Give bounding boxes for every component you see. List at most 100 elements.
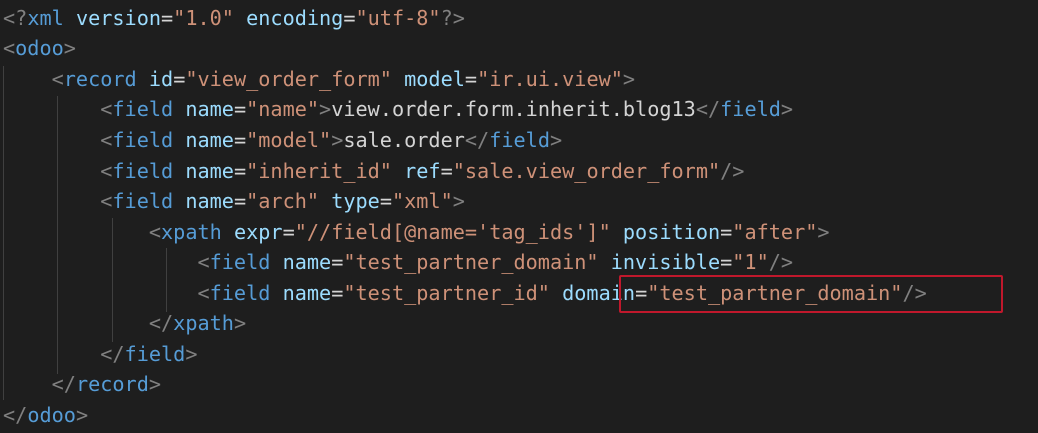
code-line[interactable]: <field name="test_partner_domain" invisi…: [3, 247, 793, 277]
xml-attribute-name: type: [331, 189, 380, 213]
xml-attribute-value: "name": [246, 97, 320, 121]
xml-tag-name: field: [209, 281, 271, 305]
code-line[interactable]: </xpath>: [3, 308, 246, 338]
xml-text: [173, 189, 185, 213]
xml-attribute-value: "test_partner_id": [343, 281, 550, 305]
xml-text: [3, 220, 149, 244]
xml-text: [3, 128, 100, 152]
xml-punctuation: <: [51, 67, 64, 91]
xml-attribute-value: "test_partner_domain": [647, 281, 903, 305]
code-line[interactable]: <record id="view_order_form" model="ir.u…: [3, 64, 635, 94]
xml-punctuation: >: [148, 372, 162, 396]
xml-text: sale.order: [343, 128, 465, 152]
xml-punctuation: >: [75, 403, 89, 427]
xml-attribute-name: domain: [562, 281, 636, 305]
xml-text: [173, 128, 185, 152]
xml-equals-sign: =: [282, 220, 295, 244]
xml-punctuation: <: [100, 128, 113, 152]
xml-attribute-name: name: [185, 189, 234, 213]
xml-text: [611, 220, 623, 244]
xml-equals-sign: =: [720, 250, 733, 274]
xml-text: [173, 97, 185, 121]
xml-equals-sign: =: [233, 128, 247, 152]
xml-punctuation: ?>: [440, 6, 465, 30]
xml-equals-sign: =: [173, 67, 186, 91]
xml-attribute-name: position: [622, 220, 721, 244]
xml-tag-name: field: [489, 128, 550, 152]
xml-punctuation: <: [197, 281, 210, 305]
xml-punctuation: >: [622, 67, 636, 91]
xml-text: [3, 311, 149, 335]
xml-attribute-value: "after": [732, 220, 818, 244]
xml-tag-name: xpath: [173, 311, 234, 335]
xml-punctuation: </: [51, 372, 76, 396]
xml-attribute-value: "xml": [391, 189, 453, 213]
xml-attribute-value: "view_order_form": [185, 67, 392, 91]
xml-tag-name: field: [112, 97, 174, 121]
code-line[interactable]: <?xml version="1.0" encoding="utf-8"?>: [3, 3, 465, 33]
code-line[interactable]: <field name="inherit_id" ref="sale.view_…: [3, 156, 744, 186]
xml-tag-name: xml: [27, 6, 64, 30]
xml-text: [599, 250, 611, 274]
xml-text: [64, 6, 76, 30]
xml-text: [222, 220, 234, 244]
xml-punctuation: </: [100, 342, 125, 366]
xml-attribute-name: name: [185, 97, 234, 121]
code-line[interactable]: <field name="test_partner_id" domain="te…: [3, 278, 927, 308]
xml-attribute-value: "arch": [246, 189, 320, 213]
xml-punctuation: >: [331, 128, 344, 152]
xml-attribute-name: invisible: [610, 250, 721, 274]
xml-text: [270, 250, 282, 274]
xml-tag-name: field: [112, 159, 174, 183]
xml-equals-sign: =: [720, 220, 733, 244]
xml-punctuation: >: [233, 311, 247, 335]
xml-tag-name: field: [112, 189, 174, 213]
xml-attribute-value: "ir.ui.view": [477, 67, 623, 91]
code-editor[interactable]: <?xml version="1.0" encoding="utf-8"?> <o…: [0, 0, 1038, 433]
xml-text: [137, 67, 149, 91]
xml-equals-sign: =: [233, 159, 247, 183]
xml-text: [3, 342, 100, 366]
xml-text: [3, 97, 100, 121]
xml-tag-name: xpath: [161, 220, 222, 244]
xml-text: [3, 189, 100, 213]
code-line[interactable]: </field>: [3, 339, 197, 369]
xml-text: [3, 250, 197, 274]
xml-punctuation: <: [3, 36, 16, 60]
xml-punctuation: />: [902, 281, 927, 305]
xml-tag-name: odoo: [15, 36, 64, 60]
xml-attribute-value: "1.0": [173, 6, 234, 30]
xml-tag-name: record: [63, 67, 137, 91]
code-line[interactable]: <field name="name">view.order.form.inher…: [3, 94, 793, 124]
xml-text: [392, 67, 404, 91]
xml-attribute-value: "1": [732, 250, 769, 274]
code-line[interactable]: <xpath expr="//field[@name='tag_ids']" p…: [3, 217, 830, 247]
xml-tag-name: field: [112, 128, 174, 152]
xml-tag-name: odoo: [27, 403, 76, 427]
xml-equals-sign: =: [331, 281, 344, 305]
xml-attribute-value: "model": [246, 128, 332, 152]
xml-attribute-name: expr: [233, 220, 283, 244]
xml-punctuation: <?: [3, 6, 28, 30]
code-line[interactable]: </odoo>: [3, 400, 88, 430]
xml-punctuation: </: [3, 403, 28, 427]
xml-punctuation: >: [817, 220, 830, 244]
xml-text: [392, 159, 404, 183]
xml-tag-name: field: [720, 97, 781, 121]
xml-attribute-name: version: [75, 6, 162, 30]
xml-tag-name: field: [209, 250, 271, 274]
xml-equals-sign: =: [464, 67, 478, 91]
xml-text: [173, 159, 185, 183]
xml-punctuation: <: [148, 220, 162, 244]
xml-attribute-name: name: [282, 250, 332, 274]
code-line[interactable]: <field name="arch" type="xml">: [3, 186, 465, 216]
xml-punctuation: <: [197, 250, 210, 274]
xml-punctuation: </: [148, 311, 174, 335]
xml-punctuation: />: [720, 159, 745, 183]
xml-equals-sign: =: [343, 6, 356, 30]
xml-equals-sign: =: [233, 189, 247, 213]
code-line[interactable]: <field name="model">sale.order</field>: [3, 125, 562, 155]
code-line[interactable]: </record>: [3, 369, 161, 399]
xml-attribute-name: name: [282, 281, 332, 305]
code-line[interactable]: <odoo>: [3, 33, 76, 63]
